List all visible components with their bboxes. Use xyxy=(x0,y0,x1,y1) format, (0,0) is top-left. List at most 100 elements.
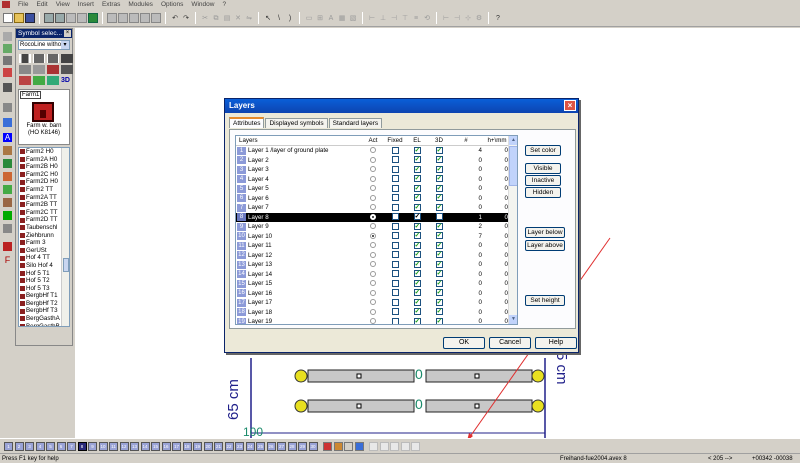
el-checkbox[interactable]: ✓ xyxy=(413,308,421,316)
layer-row[interactable]: 14 Layer 14 ✓ ✓ 0 0 xyxy=(236,270,517,280)
scrollbar-thumb[interactable] xyxy=(63,258,69,272)
paste-icon[interactable]: ▤ xyxy=(222,13,232,23)
layer-row[interactable]: 6 Layer 6 ✓ ✓ 0 0 xyxy=(236,194,517,204)
menu-window[interactable]: Window xyxy=(187,0,218,9)
active-radio[interactable] xyxy=(370,156,376,163)
layer-button[interactable]: 18 xyxy=(182,441,192,451)
layer-button[interactable]: 4 xyxy=(35,441,45,451)
rectangle-icon[interactable]: ▭ xyxy=(304,13,314,23)
menu-options[interactable]: Options xyxy=(157,0,187,9)
fixed-checkbox[interactable] xyxy=(391,317,399,324)
el-checkbox[interactable]: ✓ xyxy=(413,146,421,154)
active-radio[interactable] xyxy=(370,261,376,268)
print-preview-icon[interactable] xyxy=(55,12,65,23)
el-checkbox[interactable]: ✓ xyxy=(413,298,421,306)
symbol-list-item[interactable]: Farm2B TT xyxy=(19,201,64,209)
fixed-checkbox[interactable] xyxy=(391,232,399,240)
layer-button[interactable]: 9 xyxy=(88,441,97,451)
grass-tool-icon[interactable] xyxy=(3,211,12,220)
scroll-down-icon[interactable]: ▼ xyxy=(509,315,517,324)
threed-checkbox[interactable]: ✓ xyxy=(435,184,443,192)
layer-row[interactable]: 5 Layer 5 ✓ ✓ 0 0 xyxy=(236,184,517,194)
layer-button[interactable]: 24 xyxy=(245,441,255,451)
symbol-list-item[interactable]: BergbHf T1 xyxy=(19,292,64,300)
fixed-checkbox[interactable] xyxy=(391,194,399,202)
delete-icon[interactable]: ✕ xyxy=(233,13,243,23)
layer-button[interactable]: 21 xyxy=(214,441,223,451)
active-radio[interactable] xyxy=(370,166,376,173)
group-icon[interactable]: ▦ xyxy=(337,13,347,23)
layer-visibility-icon[interactable] xyxy=(333,441,343,451)
layer-row[interactable]: 2 Layer 2 ✓ ✓ 0 0 xyxy=(236,156,517,166)
track-system-select[interactable]: RocoLine witho ▾ xyxy=(18,40,70,50)
el-checkbox[interactable]: ✓ xyxy=(413,222,421,230)
layer-lock-icon[interactable] xyxy=(344,441,353,451)
symbol-list-item[interactable]: Ziehbrunn xyxy=(19,232,64,240)
active-radio[interactable] xyxy=(370,194,376,201)
layer-nav-prev-icon[interactable] xyxy=(379,441,389,451)
accessory-icon[interactable] xyxy=(61,65,73,74)
symbol-list-item[interactable]: Hof 4 TT xyxy=(19,254,64,262)
curve-icon[interactable]: ) xyxy=(285,13,295,23)
symbol-list-scrollbar[interactable] xyxy=(61,148,69,326)
threed-checkbox[interactable]: ✓ xyxy=(435,232,443,240)
el-checkbox[interactable]: ✓ xyxy=(413,289,421,297)
threed-checkbox[interactable]: ✓ xyxy=(435,156,443,164)
visible-button[interactable]: Visible xyxy=(525,163,561,174)
layer-button[interactable]: 8 xyxy=(77,441,87,451)
el-checkbox[interactable]: ✓ xyxy=(413,251,421,259)
symbol-list-item[interactable]: Hof 5 T1 xyxy=(19,270,64,278)
active-radio[interactable] xyxy=(370,232,376,239)
building-tool-icon[interactable] xyxy=(3,68,12,77)
symbol-list-item[interactable]: Farm2A TT xyxy=(19,194,64,202)
layer-below-button[interactable]: Layer below xyxy=(525,227,565,238)
layer-nav-last-icon[interactable] xyxy=(400,441,410,451)
symbol-list-item[interactable]: GerUSt xyxy=(19,247,64,255)
house-icon[interactable] xyxy=(19,76,31,85)
properties-icon[interactable] xyxy=(77,12,87,23)
fixed-checkbox[interactable] xyxy=(391,213,399,221)
layer-button[interactable]: 14 xyxy=(140,441,150,451)
threed-checkbox[interactable]: ✓ xyxy=(435,194,443,202)
fixed-checkbox[interactable] xyxy=(391,279,399,287)
snap-icon[interactable]: ⊹ xyxy=(463,13,473,23)
zoom-in-icon[interactable] xyxy=(107,12,117,23)
symbol-list-item[interactable]: Farm2D H0 xyxy=(19,178,64,186)
fixed-checkbox[interactable] xyxy=(391,260,399,268)
active-radio[interactable] xyxy=(370,251,376,258)
zoom-out-icon[interactable] xyxy=(118,12,128,23)
layer-button[interactable]: 30 xyxy=(308,441,318,451)
menu-extras[interactable]: Extras xyxy=(98,0,124,9)
threed-checkbox[interactable]: ✓ xyxy=(435,270,443,278)
ungroup-icon[interactable]: ▧ xyxy=(348,13,358,23)
symbol-list-item[interactable]: BergGasthB xyxy=(19,323,64,326)
text-icon[interactable]: A xyxy=(326,13,336,23)
menu-view[interactable]: View xyxy=(52,0,74,9)
switch-track-icon[interactable] xyxy=(47,54,59,63)
set-height-button[interactable]: Set height xyxy=(525,295,565,306)
layer-row[interactable]: 13 Layer 13 ✓ ✓ 0 0 xyxy=(236,260,517,270)
el-checkbox[interactable]: ✓ xyxy=(413,270,421,278)
cut-icon[interactable]: ✂ xyxy=(200,13,210,23)
threed-icon[interactable]: 3D xyxy=(61,76,73,85)
layer-color-icon[interactable] xyxy=(323,441,332,451)
bridge-tool-icon[interactable] xyxy=(3,103,12,112)
symbol-list-item[interactable]: BergbHf T3 xyxy=(19,307,64,315)
undo-icon[interactable]: ↶ xyxy=(170,13,180,23)
distribute-icon[interactable]: ≡ xyxy=(411,13,421,23)
person-icon[interactable] xyxy=(47,76,59,85)
threed-checkbox[interactable]: ✓ xyxy=(435,308,443,316)
tree-icon[interactable] xyxy=(33,76,45,85)
threed-checkbox[interactable]: ✓ xyxy=(435,279,443,287)
cancel-button[interactable]: Cancel xyxy=(489,337,531,349)
layer-above-button[interactable]: Layer above xyxy=(525,240,565,251)
el-checkbox[interactable]: ✓ xyxy=(413,194,421,202)
print-icon[interactable] xyxy=(44,12,54,23)
threed-checkbox[interactable]: ✓ xyxy=(435,251,443,259)
layer-button[interactable]: 10 xyxy=(98,441,108,451)
symbol-list-item[interactable]: BergbHf T2 xyxy=(19,300,64,308)
el-checkbox[interactable]: ✓ xyxy=(413,279,421,287)
threed-checkbox[interactable]: ✓ xyxy=(435,165,443,173)
redo-icon[interactable]: ↷ xyxy=(181,13,191,23)
layers-dialog-icon[interactable] xyxy=(354,441,364,451)
